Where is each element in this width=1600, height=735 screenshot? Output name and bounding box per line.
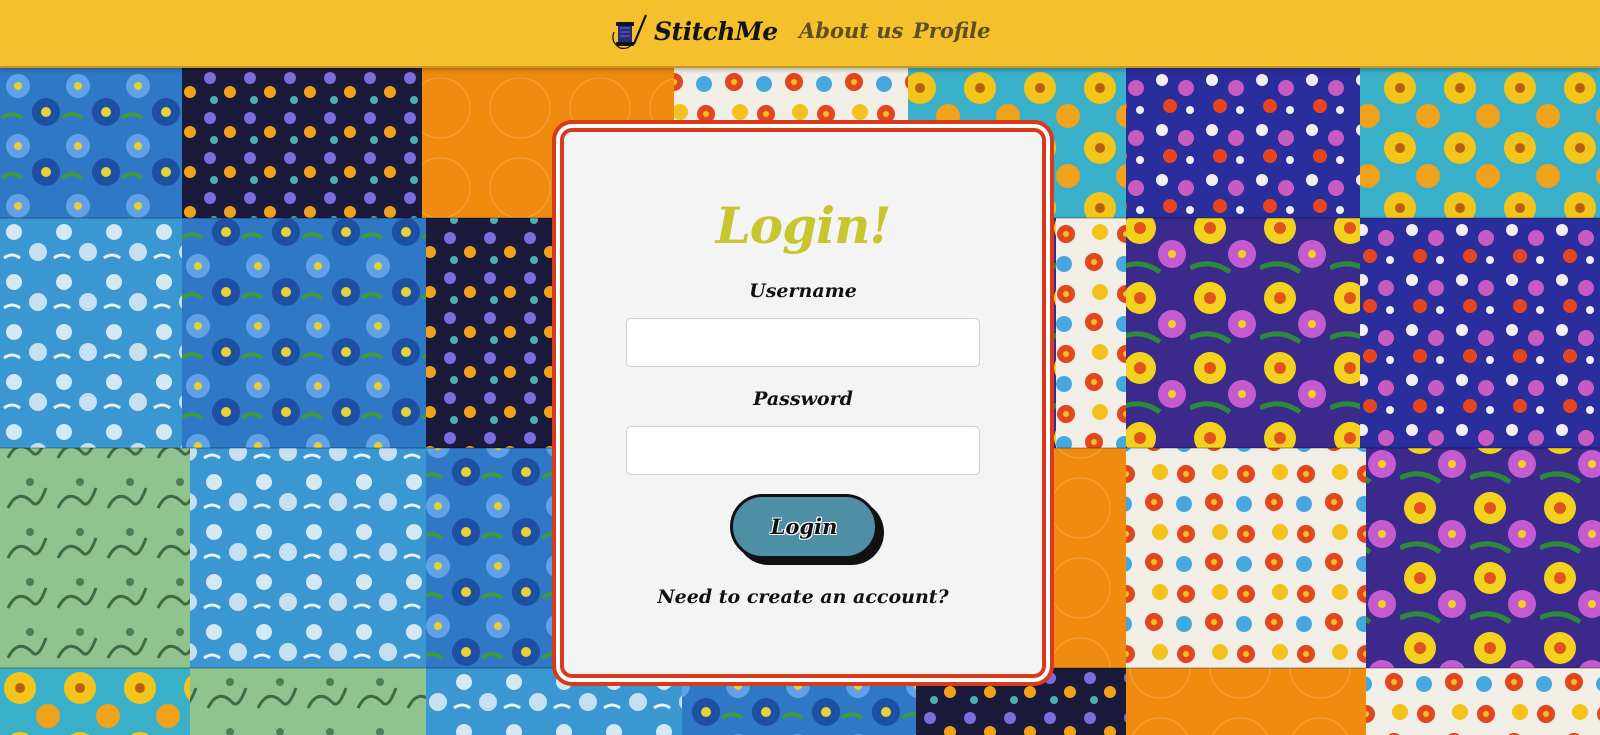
sewing-needle-spool-icon <box>610 12 650 50</box>
nav-profile[interactable]: Profile <box>913 18 990 43</box>
username-input[interactable] <box>626 318 980 367</box>
brand-logo[interactable]: StitchMe <box>610 12 778 50</box>
username-label: Username <box>749 280 857 302</box>
password-input[interactable] <box>626 426 980 475</box>
login-title: Login! <box>715 196 892 255</box>
top-navbar: StitchMe About us Profile <box>0 0 1600 68</box>
create-account-link[interactable]: Need to create an account? <box>556 586 1050 608</box>
nav-about-us[interactable]: About us <box>799 18 903 43</box>
login-button[interactable]: Login <box>730 494 878 559</box>
login-card: Login! Username Password Login Need to c… <box>552 120 1054 686</box>
password-label: Password <box>753 388 853 410</box>
brand-name: StitchMe <box>654 16 778 46</box>
